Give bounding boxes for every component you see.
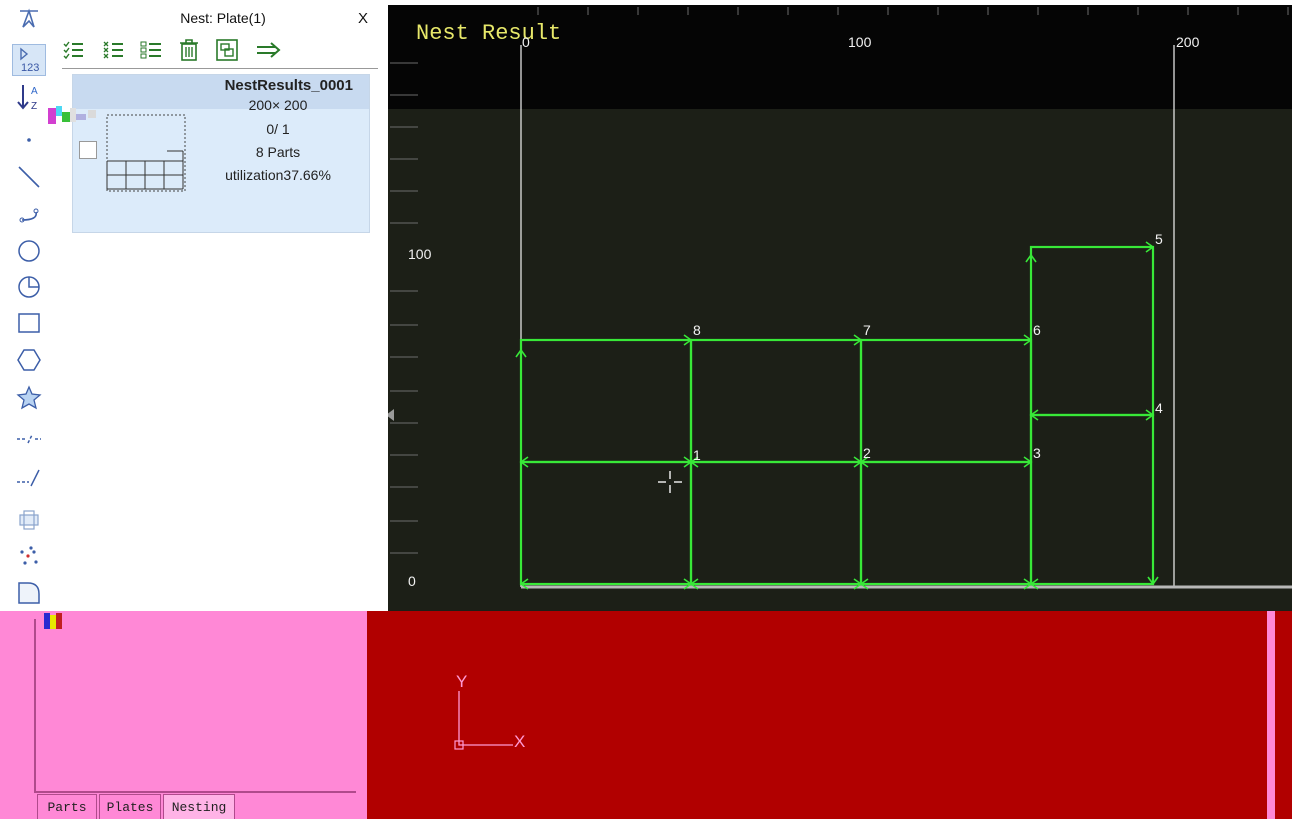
part-label-3: 3 <box>1033 445 1041 461</box>
vertical-toolbar: 123 AZ <box>0 0 59 611</box>
panel-close-button[interactable]: X <box>358 10 368 27</box>
part-7 <box>689 338 863 464</box>
part-label-2: 2 <box>863 445 871 461</box>
y-tick-0: 0 <box>408 573 416 589</box>
y-tick-100: 100 <box>408 246 432 262</box>
crosshair-cursor <box>658 471 682 493</box>
toolbar-divider <box>62 68 378 69</box>
line-icon[interactable] <box>12 162 46 192</box>
part-3 <box>859 460 1033 586</box>
part-label-4: 4 <box>1155 400 1163 416</box>
nest-drawing[interactable]: Nest Result 0 100 200 100 0 1 2 3 4 5 6 … <box>388 5 1292 611</box>
hexagon-icon[interactable] <box>12 345 46 375</box>
rectangle-icon[interactable] <box>12 308 46 338</box>
star-icon[interactable] <box>12 383 46 413</box>
tab-parts[interactable]: Parts <box>37 794 97 819</box>
nest-result-count: 0/ 1 <box>266 121 290 137</box>
delete-icon[interactable] <box>174 36 204 64</box>
point-icon[interactable] <box>12 125 46 155</box>
fillet-icon[interactable] <box>12 578 46 608</box>
svg-text:A: A <box>31 86 38 97</box>
select-icon[interactable] <box>12 4 46 34</box>
deselect-all-icon[interactable] <box>98 36 128 64</box>
nest-canvas[interactable]: Nest Result 0 100 200 100 0 1 2 3 4 5 6 … <box>388 5 1292 611</box>
next-icon[interactable] <box>254 36 284 64</box>
bottom-panel-frame <box>34 619 356 793</box>
preview-view[interactable]: Y X <box>367 611 1292 819</box>
panel-toolbar <box>58 36 388 64</box>
part-5 <box>1029 245 1155 417</box>
scatter-icon[interactable] <box>12 542 46 572</box>
part-6 <box>859 338 1033 464</box>
part-1 <box>519 460 693 586</box>
part-4 <box>1029 413 1155 586</box>
pie-icon[interactable] <box>12 272 46 302</box>
x-tick-100: 100 <box>848 34 872 50</box>
part-8 <box>519 338 693 464</box>
svg-text:123: 123 <box>21 62 39 74</box>
nest-result-item[interactable]: NestResults_0001 200× 200 0/ 1 8 Parts u… <box>72 74 370 233</box>
glitch-artifact <box>48 106 96 124</box>
axis-lines <box>520 45 1175 587</box>
bottom-panel <box>0 611 367 819</box>
dash-line-icon[interactable] <box>12 424 46 454</box>
nest-result-utilization: utilization37.66% <box>225 167 331 183</box>
part-label-8: 8 <box>693 322 701 338</box>
dash-slash-icon[interactable] <box>12 463 46 493</box>
tab-nesting[interactable]: Nesting <box>163 794 235 819</box>
circle-icon[interactable] <box>12 236 46 266</box>
glitch-artifact-bottom <box>44 613 62 629</box>
part-2 <box>689 460 863 586</box>
canvas-title: Nest Result <box>416 21 561 46</box>
nest-result-name: NestResults_0001 <box>224 77 353 94</box>
list-icon[interactable] <box>136 36 166 64</box>
x-tick-200: 200 <box>1176 34 1200 50</box>
nest-result-parts: 8 Parts <box>255 144 301 160</box>
part-label-1: 1 <box>693 447 701 463</box>
nested-parts <box>519 245 1155 586</box>
nest-result-size: 200× 200 <box>248 97 308 113</box>
ucs-y-label: Y <box>456 672 467 691</box>
collapse-handle-icon <box>388 409 394 421</box>
part-label-5: 5 <box>1155 231 1163 247</box>
copy-icon[interactable] <box>12 505 46 535</box>
arc-icon[interactable] <box>12 200 46 230</box>
ucs-x-label: X <box>514 732 525 751</box>
part-label-7: 7 <box>863 322 871 338</box>
tab-plates[interactable]: Plates <box>99 794 161 819</box>
ucs-icon: Y X <box>454 672 525 751</box>
select-all-icon[interactable] <box>58 36 88 64</box>
nest-panel: Nest: Plate(1) X NestResults_0001 200× 2… <box>48 0 388 611</box>
nest-result-checkbox[interactable] <box>79 141 97 159</box>
scrollbar[interactable] <box>1267 611 1275 819</box>
number-sort-icon[interactable]: 123 <box>12 44 46 76</box>
svg-text:Z: Z <box>31 101 37 112</box>
x-tick-0: 0 <box>522 34 530 50</box>
panel-title: Nest: Plate(1) <box>180 10 266 26</box>
export-icon[interactable] <box>212 36 242 64</box>
alpha-sort-icon[interactable]: AZ <box>12 82 46 112</box>
part-label-6: 6 <box>1033 322 1041 338</box>
